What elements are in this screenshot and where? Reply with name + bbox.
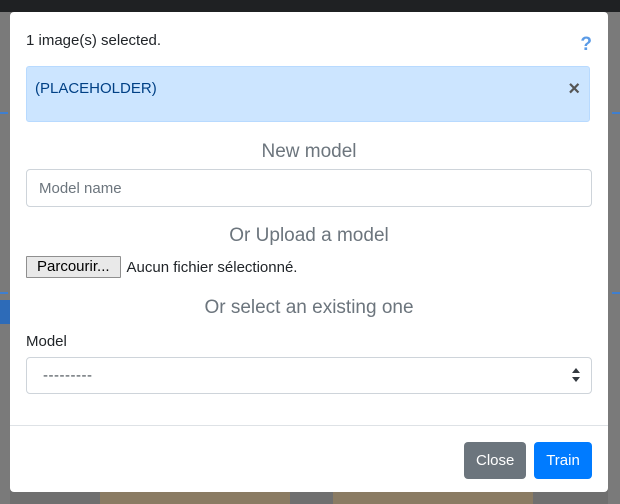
file-status-text: Aucun fichier sélectionné.: [126, 258, 298, 276]
select-caret-icon: [572, 368, 580, 382]
page-thumbnail-1: [100, 492, 290, 504]
page-thumbnail-2: [333, 492, 533, 504]
modal-header: 1 image(s) selected. ?: [26, 32, 592, 55]
train-button[interactable]: Train: [534, 442, 592, 479]
close-button[interactable]: Close: [464, 442, 526, 479]
file-upload-field: Parcourir... Aucun fichier sélectionné.: [26, 256, 297, 278]
model-select[interactable]: ---------: [26, 357, 592, 394]
model-label: Model: [26, 333, 67, 350]
page-background-right: [608, 12, 620, 504]
upload-model-title: Or Upload a model: [229, 225, 389, 246]
browse-button[interactable]: Parcourir...: [26, 256, 121, 278]
new-model-title: New model: [261, 141, 357, 162]
modal-footer-divider: [10, 425, 608, 426]
page-divider-left-2: [0, 292, 8, 294]
model-select-value: ---------: [43, 367, 93, 384]
page-navbar-dimmed: [0, 0, 620, 12]
selection-count-text: 1 image(s) selected.: [26, 32, 162, 49]
page-background-left: [0, 12, 10, 504]
alert-text: (PLACEHOLDER): [35, 80, 157, 97]
existing-model-title: Or select an existing one: [204, 297, 414, 318]
page-side-tab: [0, 300, 10, 324]
question-mark-icon[interactable]: ?: [580, 34, 592, 56]
train-model-modal: 1 image(s) selected. ? (PLACEHOLDER) × N…: [10, 12, 608, 492]
page-divider-right: [612, 112, 620, 114]
placeholder-alert: (PLACEHOLDER) ×: [26, 66, 590, 122]
page-divider-left: [0, 112, 8, 114]
model-name-input[interactable]: [26, 169, 592, 207]
close-icon[interactable]: ×: [568, 78, 580, 101]
page-divider-right-2: [612, 292, 620, 294]
